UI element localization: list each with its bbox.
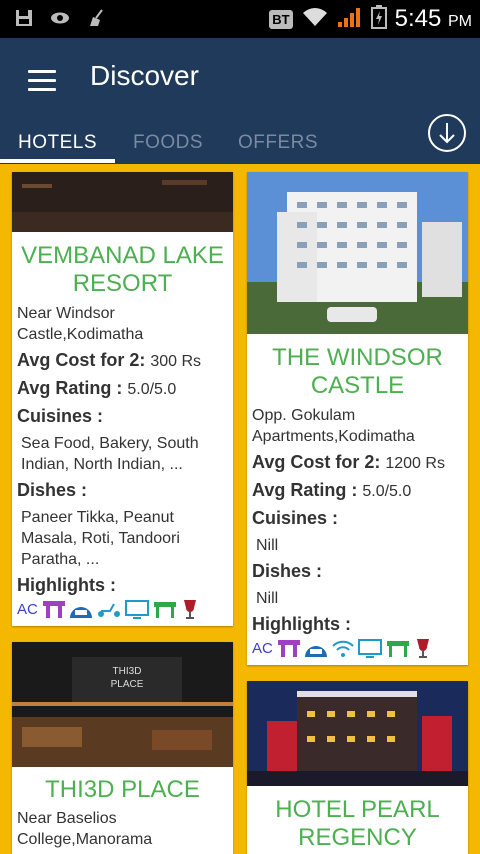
cuisines-text: Sea Food, Bakery, South xyxy=(21,435,199,452)
avg-rating: Avg Rating : 5.0/5.0 xyxy=(17,378,176,399)
ac-label: AC xyxy=(252,639,273,657)
signal-icon xyxy=(337,6,363,33)
battery-icon xyxy=(370,4,387,34)
hotel-name: THI3D PLACE xyxy=(45,776,200,803)
svg-text:PLACE: PLACE xyxy=(111,679,144,690)
save-icon xyxy=(14,8,34,28)
amenity-icons: AC xyxy=(17,597,200,621)
clock-ampm: PM xyxy=(448,13,472,30)
wifi-icon xyxy=(301,6,329,33)
eye-icon xyxy=(50,8,70,28)
dishes-text: Masala, Roti, Tandoori xyxy=(21,530,180,547)
tv-icon xyxy=(357,639,382,658)
avg-rating-value: 5.0/5.0 xyxy=(362,483,412,500)
download-button[interactable] xyxy=(428,114,466,152)
cuisines-text: Indian, North Indian, ... xyxy=(21,456,183,473)
hotel-photo xyxy=(12,172,233,232)
cuisines-text: Nill xyxy=(256,537,279,554)
tab-hotels[interactable]: HOTELS xyxy=(18,132,97,154)
hotel-photo xyxy=(247,172,468,334)
hotel-name: THE WINDSOR xyxy=(272,344,443,371)
wifi-icon xyxy=(332,640,354,657)
carrier-badge: BT xyxy=(269,9,293,29)
status-bar: BT 5:45 PM xyxy=(0,0,480,38)
parking-icon xyxy=(69,607,92,618)
hotel-card[interactable]: THE WINDSOR CASTLE Opp. Gokulam Apartmen… xyxy=(247,172,468,665)
dishes-label: Dishes : xyxy=(17,480,88,500)
dishes-text: Paratha, ... xyxy=(21,551,100,568)
avg-cost-value: 300 Rs xyxy=(150,353,202,370)
table-icon xyxy=(153,602,176,618)
hotel-photo xyxy=(247,681,468,786)
hotel-card[interactable]: HOTEL PEARL REGENCY xyxy=(247,681,468,854)
hotel-card[interactable]: THI3D PLACE THI3D PLACE Near Baselios Co… xyxy=(12,642,233,854)
hotel-name: HOTEL PEARL xyxy=(275,796,440,823)
parking-icon xyxy=(304,646,327,657)
cuisines-label: Cuisines : xyxy=(252,508,339,528)
clock-time: 5:45 xyxy=(394,5,442,32)
dishes-text: Paneer Tikka, Peanut xyxy=(21,509,174,526)
clock: 5:45 PM xyxy=(395,5,472,33)
arrow-down-icon xyxy=(439,123,455,144)
avg-cost-label: Avg Cost for 2: xyxy=(252,452,381,472)
scooter-icon xyxy=(97,603,120,617)
hotel-name: REGENCY xyxy=(298,824,417,851)
hotel-address: College,Manorama xyxy=(17,831,153,848)
avg-rating: Avg Rating : 5.0/5.0 xyxy=(252,480,411,501)
avg-cost: Avg Cost for 2: 1200 Rs xyxy=(252,452,445,473)
avg-rating-label: Avg Rating : xyxy=(252,480,358,500)
hotel-card[interactable]: VEMBANAD LAKE RESORT Near Windsor Castle… xyxy=(12,172,233,626)
avg-cost-label: Avg Cost for 2: xyxy=(17,350,146,370)
wine-glass-icon xyxy=(416,639,429,658)
hotel-address: Castle,Kodimatha xyxy=(17,326,144,343)
avg-cost-value: 1200 Rs xyxy=(385,455,445,472)
tv-icon xyxy=(124,600,149,619)
tab-offers[interactable]: OFFERS xyxy=(238,132,318,154)
hotel-address: Apartments,Kodimatha xyxy=(252,428,415,445)
tab-bar: HOTELS FOODS OFFERS xyxy=(0,128,480,164)
dining-icon xyxy=(42,601,65,618)
highlights-label: Highlights : xyxy=(17,575,116,595)
broom-icon xyxy=(86,8,106,28)
active-tab-indicator xyxy=(0,159,115,163)
hotel-address: Near Baselios xyxy=(17,810,117,827)
menu-icon[interactable] xyxy=(28,70,56,92)
app-bar: Discover HOTELS FOODS OFFERS xyxy=(0,38,480,164)
wine-glass-icon xyxy=(183,600,196,619)
cuisines-label: Cuisines : xyxy=(17,406,104,426)
hotel-name: CASTLE xyxy=(310,372,405,399)
hotel-name: RESORT xyxy=(72,270,173,297)
dining-icon xyxy=(277,640,300,657)
hotel-address: Near Windsor xyxy=(17,305,115,322)
hotel-name: VEMBANAD LAKE xyxy=(21,242,224,269)
avg-rating-label: Avg Rating : xyxy=(17,378,123,398)
dishes-text: Nill xyxy=(256,590,279,607)
avg-rating-value: 5.0/5.0 xyxy=(127,381,177,398)
highlights-label: Highlights : xyxy=(252,614,351,634)
tab-foods[interactable]: FOODS xyxy=(133,132,203,154)
table-icon xyxy=(386,641,409,657)
hotel-address: Opp. Gokulam xyxy=(252,407,356,424)
amenity-icons: AC xyxy=(252,636,433,660)
ac-label: AC xyxy=(17,600,38,618)
dishes-label: Dishes : xyxy=(252,561,323,581)
avg-cost: Avg Cost for 2: 300 Rs xyxy=(17,350,201,371)
svg-text:THI3D: THI3D xyxy=(113,666,142,677)
page-title: Discover xyxy=(90,60,199,91)
hotel-photo: THI3D PLACE xyxy=(12,642,233,767)
